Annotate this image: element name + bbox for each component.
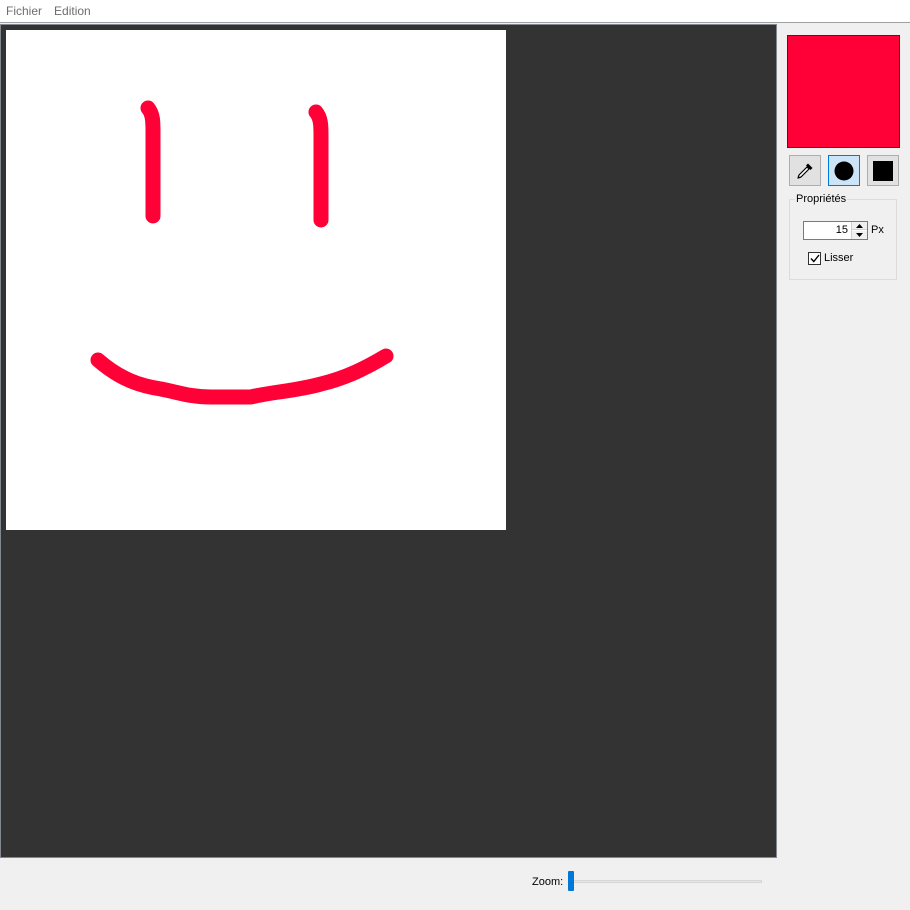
checkmark-icon	[809, 254, 820, 263]
drawing-canvas[interactable]	[6, 30, 506, 530]
spinner-up-button[interactable]	[852, 222, 867, 230]
menu-fichier[interactable]: Fichier	[0, 0, 48, 23]
properties-group: Propriétés 15 Px Lisser	[789, 192, 897, 280]
zoom-slider-track[interactable]	[570, 880, 762, 883]
side-panel: Propriétés 15 Px Lisser	[778, 24, 910, 858]
size-unit-label: Px	[871, 224, 884, 236]
stroke-left-eye	[140, 100, 161, 224]
color-swatch[interactable]	[787, 35, 900, 148]
circle-icon	[834, 161, 854, 180]
eyedropper-tool-button[interactable]	[789, 155, 821, 186]
menu-bar: Fichier Edition	[0, 0, 910, 23]
properties-title: Propriétés	[795, 192, 848, 206]
canvas-viewport[interactable]	[0, 24, 777, 858]
brush-size-value[interactable]: 15	[836, 222, 848, 239]
square-icon	[873, 160, 893, 181]
menu-edition[interactable]: Edition	[48, 0, 97, 23]
chevron-up-icon	[856, 223, 863, 228]
status-bar: Zoom:	[0, 858, 910, 910]
chevron-down-icon	[856, 233, 863, 237]
brush-size-spinner[interactable]: 15	[803, 221, 868, 240]
square-brush-tool-button[interactable]	[867, 155, 899, 186]
spinner-buttons	[851, 222, 867, 239]
smooth-checkbox[interactable]	[808, 252, 821, 265]
spinner-down-button[interactable]	[852, 231, 867, 239]
zoom-label: Zoom:	[532, 876, 564, 888]
eyedropper-icon	[797, 163, 813, 179]
zoom-slider-thumb[interactable]	[568, 871, 574, 891]
stroke-mouth	[90, 348, 394, 405]
drawing-strokes	[90, 100, 394, 405]
stroke-right-eye	[308, 104, 329, 228]
smooth-label: Lisser	[824, 252, 854, 264]
round-brush-tool-button[interactable]	[828, 155, 860, 186]
